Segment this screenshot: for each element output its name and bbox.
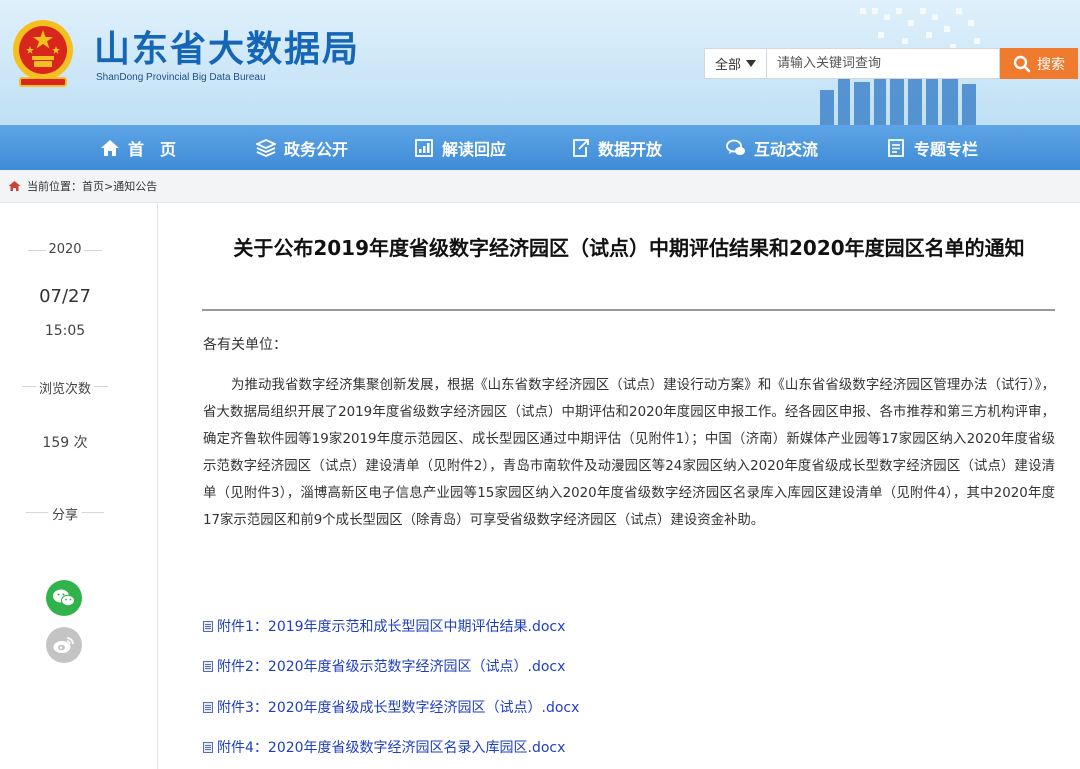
chart-board-icon (415, 138, 433, 157)
document-icon (203, 741, 213, 753)
nav-item-label: 政务公开 (284, 139, 349, 159)
attachment-link-2[interactable]: 附件2：2020年度省级示范数字经济园区（试点）.docx (203, 655, 565, 677)
attachment-label: 附件4：2020年度省级数字经济园区名录入库园区.docx (217, 740, 566, 756)
share-wechat-button[interactable] (46, 580, 82, 616)
article-body: 为推动我省数字经济集聚创新发展，根据《山东省数字经济园区（试点）建设行动方案》和… (203, 378, 1055, 528)
home-icon (101, 139, 119, 156)
caret-down-icon (746, 60, 756, 67)
search-scope-dropdown[interactable]: 全部 (704, 48, 766, 79)
site-title: 山东省大数据局 (94, 29, 361, 70)
site-header: 山东省大数据局 ShanDong Provincial Big Data Bur… (0, 0, 1080, 125)
nav-item-government-affairs[interactable]: 政务公开 (256, 125, 348, 170)
search-input[interactable] (766, 48, 1000, 79)
breadcrumb: 当前位置：首页>通知公告 (0, 170, 1080, 203)
chat-icon (726, 139, 745, 155)
weibo-icon (53, 637, 74, 653)
search-icon (1013, 55, 1031, 72)
document-icon (203, 620, 213, 632)
layers-icon (256, 138, 276, 157)
nav-item-label: 互动交流 (754, 139, 819, 159)
attachment-label: 附件2：2020年度省级示范数字经济园区（试点）.docx (217, 659, 566, 675)
nav-item-label: 解读回应 (442, 139, 507, 159)
article-title: 关于公布2019年度省级数字经济园区（试点）中期评估结果和2020年度园区名单的… (233, 236, 1025, 260)
attachment-link-1[interactable]: 附件1：2019年度示范和成长型园区中期评估结果.docx (203, 615, 565, 637)
nav-item-data-open[interactable]: 数据开放 (570, 125, 662, 170)
article-meta-sidebar: 2020 07/27 15:05 浏览次数 159 次 分享 (0, 204, 158, 769)
nav-item-home[interactable]: 首 页 (100, 125, 176, 170)
attachment-link-4[interactable]: 附件4：2020年度省级数字经济园区名录入库园区.docx (203, 736, 565, 758)
nav-item-interaction[interactable]: 互动交流 (726, 125, 818, 170)
publish-time: 15:05 (44, 323, 86, 339)
share-label: 分享 (51, 508, 78, 523)
publish-year: 2020 (48, 242, 82, 257)
attachment-link-3[interactable]: 附件3：2020年度省级成长型数字经济园区（试点）.docx (203, 696, 579, 718)
wechat-icon (53, 589, 75, 607)
search-scope-label: 全部 (714, 58, 741, 73)
search-button[interactable]: 搜索 (1000, 48, 1078, 79)
share-weibo-button[interactable] (46, 627, 82, 663)
views-count: 159 次 (42, 435, 88, 451)
search-button-label: 搜索 (1037, 56, 1065, 73)
nav-item-label: 首 页 (128, 139, 177, 159)
title-divider (202, 309, 1055, 311)
publish-date: 07/27 (39, 286, 91, 307)
breadcrumb-text[interactable]: 当前位置：首页>通知公告 (27, 178, 157, 194)
national-emblem-icon (13, 20, 73, 87)
document-icon (888, 138, 904, 157)
main-nav: 首 页 政务公开 解读回应 数据开放 互动交流 专题专栏 (0, 125, 1080, 170)
search-bar: 全部 搜索 (704, 48, 1078, 79)
site-subtitle: ShanDong Provincial Big Data Bureau (96, 72, 266, 83)
attachment-label: 附件3：2020年度省级成长型数字经济园区（试点）.docx (217, 700, 580, 716)
attachment-label: 附件1：2019年度示范和成长型园区中期评估结果.docx (217, 619, 566, 635)
nav-item-label: 数据开放 (598, 139, 663, 159)
nav-item-special-topics[interactable]: 专题专栏 (886, 125, 978, 170)
document-icon (203, 701, 213, 713)
article-greeting: 各有关单位： (203, 337, 287, 353)
home-icon (8, 181, 21, 191)
nav-item-interpretation[interactable]: 解读回应 (414, 125, 506, 170)
document-icon (203, 660, 213, 672)
export-icon (573, 138, 589, 157)
views-label: 浏览次数 (38, 382, 91, 397)
nav-item-label: 专题专栏 (914, 139, 979, 159)
